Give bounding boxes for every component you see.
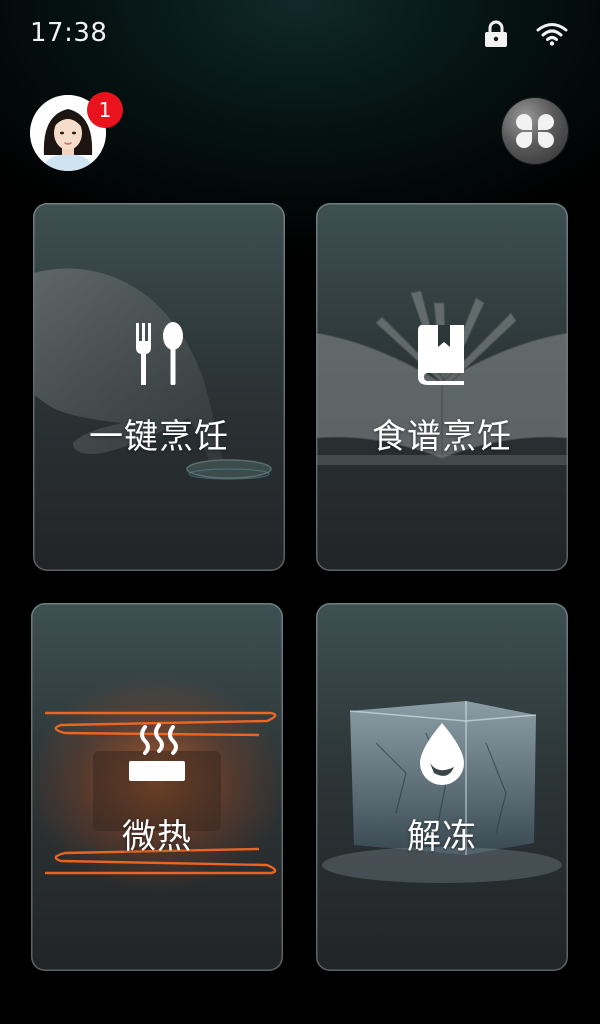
apps-grid-icon: [516, 114, 554, 148]
open-book-image: [316, 290, 568, 465]
card-warm[interactable]: 微热: [31, 603, 283, 971]
apps-menu-button[interactable]: [502, 98, 568, 164]
card-label: 解冻: [407, 817, 477, 857]
heating-coil-image: [31, 673, 283, 893]
ice-cube-image: [322, 701, 562, 883]
water-drop-icon: [420, 723, 464, 785]
lock-icon: [485, 20, 507, 47]
card-label: 微热: [122, 817, 192, 857]
card-recipe-cooking[interactable]: 食谱烹饪: [316, 203, 568, 571]
card-label: 食谱烹饪: [372, 417, 512, 457]
steaming-dish-icon: [129, 723, 185, 781]
notification-badge[interactable]: 1: [87, 92, 123, 128]
card-defrost[interactable]: 解冻: [316, 603, 568, 971]
wifi-icon: [536, 23, 568, 46]
card-label: 一键烹饪: [89, 417, 229, 457]
finger-pressing-button-image: [33, 268, 272, 480]
status-time: 17:38: [30, 18, 108, 48]
fork-spoon-icon: [136, 322, 183, 385]
card-one-key-cooking[interactable]: 一键烹饪: [33, 203, 285, 571]
recipe-book-icon: [418, 325, 464, 385]
home-screen: 17:38 1 一键烹饪 食谱烹饪 微热 解冻: [0, 0, 600, 1024]
status-bar: 17:38: [0, 0, 600, 70]
